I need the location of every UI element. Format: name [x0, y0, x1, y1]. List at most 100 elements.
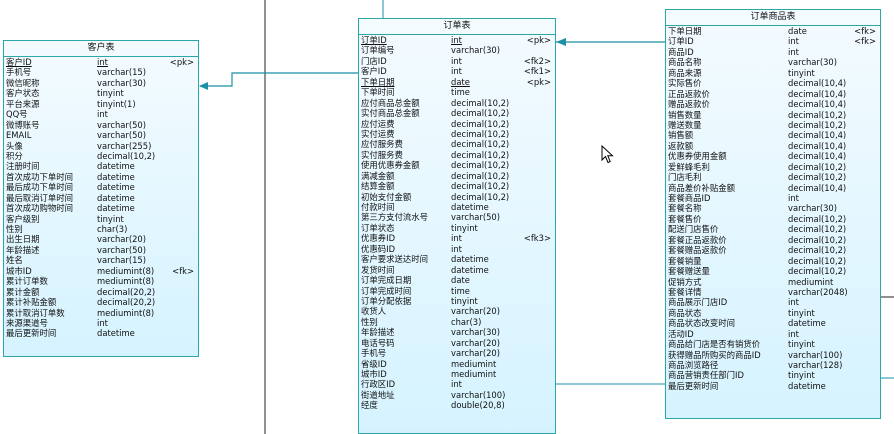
attribute-type: varchar(50)	[97, 130, 147, 141]
attribute-row: 年龄描述 varchar(50)	[4, 245, 198, 255]
attribute-row: 客户ID int <pk>	[4, 57, 198, 67]
attribute-row: 商品来源 tinyint	[666, 68, 880, 78]
attribute-row: 微博账号 varchar(50)	[4, 120, 198, 130]
attribute-row: QQ号 int	[4, 109, 198, 119]
attribute-name: 平台来源	[6, 98, 40, 109]
attribute-name: 累计金额	[6, 286, 40, 297]
attribute-row: 初始支付金额 decimal(10,2)	[359, 192, 555, 202]
attribute-name: 客户状态	[6, 88, 40, 99]
attribute-row: 套餐销量 decimal(10,2)	[666, 256, 880, 266]
attribute-name: 最后取消订单时间	[6, 192, 73, 203]
attribute-row: 平台来源 tinyint(1)	[4, 99, 198, 109]
attribute-name: 门店毛利	[668, 172, 702, 183]
attribute-name: 套餐赠品返款价	[668, 245, 727, 256]
attribute-row: 门店毛利 decimal(10,2)	[666, 172, 880, 182]
attribute-type: datetime	[788, 380, 826, 391]
attribute-key: <pk>	[169, 57, 194, 67]
attribute-row: 订单ID int <fk>	[666, 36, 880, 46]
attribute-name: 微信昵称	[6, 77, 40, 88]
attribute-row: 累计订单数 mediumint(8)	[4, 276, 198, 286]
attribute-row: 正品返款价 decimal(10,4)	[666, 89, 880, 99]
attribute-row: 累计补贴金额 decimal(20,2)	[4, 297, 198, 307]
attribute-type: decimal(20,2)	[97, 286, 156, 297]
attribute-type: mediumint	[451, 369, 497, 379]
entity-order-table[interactable]: 订单表 订单ID int <pk> 订单编号 varchar(30) 门店ID int <fk…	[358, 18, 556, 434]
attribute-name: 满减金额	[361, 170, 395, 181]
attribute-type: varchar(20)	[97, 234, 147, 245]
attribute-name: 赠送数量	[668, 119, 702, 130]
attribute-type: decimal(10,2)	[451, 108, 510, 119]
attribute-name: 优惠券ID	[361, 233, 396, 244]
attribute-name: 商品浏览路径	[668, 360, 719, 370]
attribute-name: 城市ID	[361, 369, 387, 379]
attribute-name: 商品状态	[668, 307, 702, 318]
attribute-name: 商品来源	[668, 67, 702, 78]
entity-customer-table[interactable]: 客户表 客户ID int <pk> 手机号 varchar(15) 微信昵称 varchar…	[3, 40, 199, 357]
attribute-type: decimal(10,2)	[451, 128, 510, 139]
attribute-type: decimal(10,4)	[788, 130, 847, 141]
attribute-row: 商品给门店是否有销货价 tinyint	[666, 339, 880, 349]
attribute-type: decimal(10,2)	[451, 118, 510, 129]
attribute-row: 下单日期 date <pk>	[359, 77, 555, 87]
attribute-name: 实付商品总金额	[361, 108, 420, 119]
attribute-name: 订单分配依据	[361, 295, 412, 306]
attribute-type: datetime	[97, 328, 135, 339]
attribute-type: tinyint	[97, 88, 124, 99]
entity-order-item-table[interactable]: 订单商品表 下单日期 date <fk> 订单ID int <fk> 商品ID int 商品名称…	[665, 9, 881, 419]
attribute-row: 注册时间 datetime	[4, 161, 198, 171]
attribute-name: 累计取消订单数	[6, 307, 65, 318]
attribute-name: EMAIL	[6, 130, 32, 141]
attribute-type: varchar(30)	[451, 327, 501, 338]
attribute-name: 套餐详情	[668, 286, 702, 297]
attribute-name: 注册时间	[6, 161, 40, 172]
attribute-name: 累计订单数	[6, 276, 48, 287]
attribute-type: datetime	[97, 171, 135, 182]
attribute-row: 省级ID mediumint	[359, 359, 555, 369]
attribute-name: 促销方式	[668, 276, 702, 287]
attribute-type: datetime	[97, 192, 135, 203]
entity-rows: 订单ID int <pk> 订单编号 varchar(30) 门店ID int <fk2> 客户…	[359, 35, 555, 411]
attribute-name: 客户要求送达时间	[361, 254, 428, 265]
attribute-name: 配送门店售价	[668, 224, 719, 235]
entity-title: 客户表	[4, 41, 198, 57]
attribute-type: int	[97, 109, 108, 120]
attribute-name: 套餐正品返款价	[668, 234, 727, 245]
attribute-name: 首次成功购物时间	[6, 203, 73, 214]
attribute-name: 订单ID	[361, 35, 387, 45]
attribute-type: decimal(10,2)	[788, 119, 847, 130]
attribute-name: 下单日期	[361, 76, 395, 87]
attribute-key: <fk>	[854, 36, 876, 47]
attribute-name: 电话号码	[361, 337, 395, 348]
attribute-key: <pk>	[526, 76, 551, 87]
attribute-name: 套餐名称	[668, 203, 702, 214]
attribute-row: 手机号 varchar(20)	[359, 348, 555, 358]
attribute-key: <fk>	[172, 265, 194, 276]
attribute-name: 积分	[6, 150, 23, 161]
attribute-name: 客户级别	[6, 213, 40, 224]
attribute-type: decimal(20,2)	[97, 297, 156, 308]
attribute-row: 应付运费 decimal(10,2)	[359, 119, 555, 129]
attribute-row: 付款时间 datetime	[359, 202, 555, 212]
attribute-name: 商品给门店是否有销货价	[668, 339, 761, 350]
attribute-row: 优惠码ID int	[359, 244, 555, 254]
attribute-row: 门店ID int <fk2>	[359, 56, 555, 66]
attribute-name: 经度	[361, 400, 378, 411]
attribute-name: 商品状态改变时间	[668, 318, 735, 329]
attribute-row: 商品状态 tinyint	[666, 308, 880, 318]
attribute-type: varchar(50)	[97, 244, 147, 255]
attribute-type: decimal(10,2)	[788, 245, 847, 256]
attribute-row: 获得赠品所购买的商品ID varchar(100)	[666, 350, 880, 360]
attribute-type: int	[788, 36, 799, 47]
attribute-row: 最后更新时间 datetime	[666, 381, 880, 391]
attribute-name: 销售数量	[668, 109, 702, 120]
attribute-type: datetime	[97, 182, 135, 193]
attribute-row: 销售数量 decimal(10,2)	[666, 110, 880, 120]
attribute-type: tinyint	[451, 295, 478, 306]
arrow-to-customer	[199, 82, 208, 90]
attribute-row: 套餐名称 varchar(30)	[666, 203, 880, 213]
arrow-to-order	[556, 38, 566, 46]
attribute-name: 发货时间	[361, 264, 395, 275]
attribute-type: decimal(10,2)	[97, 150, 156, 161]
attribute-name: 商品展示门店ID	[668, 297, 728, 308]
attribute-name: 套餐销量	[668, 255, 702, 266]
